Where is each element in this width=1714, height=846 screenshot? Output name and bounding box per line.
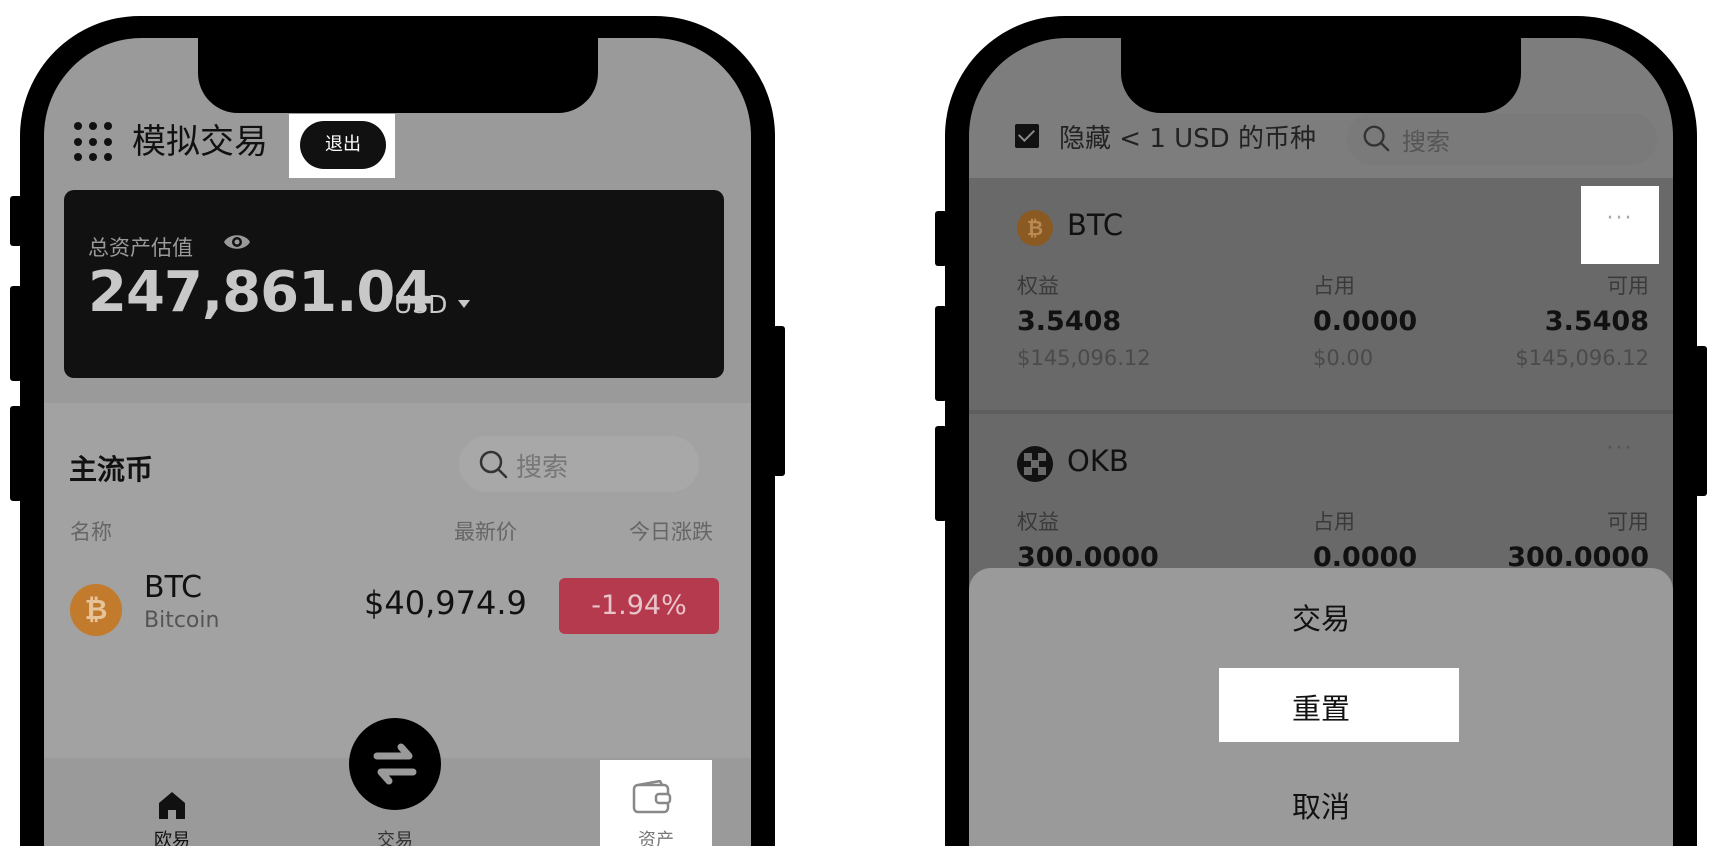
home-icon[interactable] bbox=[156, 790, 188, 820]
mute-switch bbox=[935, 211, 947, 266]
balance-value: 247,861.04 bbox=[88, 260, 433, 325]
notch bbox=[1121, 38, 1521, 113]
caret-down-icon[interactable] bbox=[458, 300, 470, 308]
equity-value: 3.5408 bbox=[1017, 306, 1122, 337]
right-phone: 隐藏 < 1 USD 的币种 搜索 ₿ BTC ··· 权益 占用 可用 3.5… bbox=[935, 16, 1707, 846]
used-label: 占用 bbox=[1313, 274, 1355, 298]
currency-selector[interactable]: USD bbox=[394, 290, 447, 319]
used-label: 占用 bbox=[1313, 510, 1355, 534]
trade-button[interactable] bbox=[349, 718, 441, 810]
search-icon bbox=[1363, 125, 1390, 152]
okb-icon bbox=[1017, 446, 1053, 482]
equity-label: 权益 bbox=[1017, 510, 1059, 534]
more-options-icon[interactable]: ··· bbox=[1581, 436, 1659, 461]
tab-trade[interactable]: 交易 bbox=[355, 826, 435, 846]
column-header-change: 今日涨跌 bbox=[629, 520, 713, 544]
hide-small-label: 隐藏 < 1 USD 的币种 bbox=[1059, 124, 1316, 154]
equity-label: 权益 bbox=[1017, 274, 1059, 298]
volume-up-button bbox=[935, 306, 947, 401]
used-value: 0.0000 bbox=[1313, 306, 1418, 337]
search-icon bbox=[479, 450, 508, 479]
search-placeholder: 搜索 bbox=[1402, 128, 1450, 156]
volume-up-button bbox=[10, 286, 22, 381]
left-phone: 模拟交易 退出 总资产估值 247,861.04 USD 主流币 搜索 名称 最… bbox=[10, 16, 785, 846]
action-sheet: 交易 重置 取消 bbox=[969, 568, 1673, 846]
search-placeholder: 搜索 bbox=[516, 453, 569, 483]
column-header-name: 名称 bbox=[70, 520, 112, 544]
swap-arrows-icon bbox=[373, 743, 417, 785]
left-screen: 模拟交易 退出 总资产估值 247,861.04 USD 主流币 搜索 名称 最… bbox=[44, 38, 751, 846]
volume-down-button bbox=[10, 406, 22, 501]
sheet-cancel-option[interactable]: 取消 bbox=[969, 784, 1673, 826]
column-header-price: 最新价 bbox=[454, 520, 517, 544]
divider bbox=[969, 410, 1673, 414]
tab-assets[interactable]: 资产 bbox=[616, 826, 696, 846]
sheet-trade-option[interactable]: 交易 bbox=[969, 596, 1673, 638]
sheet-reset-option[interactable]: 重置 bbox=[969, 686, 1673, 728]
available-label: 可用 bbox=[1607, 274, 1649, 298]
equity-usd: $145,096.12 bbox=[1017, 346, 1151, 370]
right-screen: 隐藏 < 1 USD 的币种 搜索 ₿ BTC ··· 权益 占用 可用 3.5… bbox=[969, 38, 1673, 846]
bitcoin-icon: ₿ bbox=[1017, 210, 1053, 246]
search-input[interactable]: 搜索 bbox=[459, 436, 699, 492]
available-value: 3.5408 bbox=[1544, 306, 1649, 337]
bitcoin-icon: ₿ bbox=[70, 584, 122, 636]
coin-symbol[interactable]: BTC bbox=[144, 570, 202, 605]
price-change-badge: -1.94% bbox=[559, 578, 719, 634]
balance-card: 总资产估值 247,861.04 USD bbox=[64, 190, 724, 378]
coin-symbol: OKB bbox=[1067, 444, 1129, 478]
page-title: 模拟交易 bbox=[132, 122, 268, 162]
available-label: 可用 bbox=[1607, 510, 1649, 534]
section-title: 主流币 bbox=[69, 453, 154, 486]
balance-label: 总资产估值 bbox=[88, 236, 193, 260]
wallet-icon[interactable] bbox=[632, 780, 672, 814]
eye-icon[interactable] bbox=[222, 230, 252, 254]
volume-down-button bbox=[935, 426, 947, 521]
hide-small-checkbox[interactable] bbox=[1015, 124, 1039, 148]
power-button bbox=[1695, 346, 1707, 496]
coin-symbol: BTC bbox=[1067, 208, 1124, 242]
coin-price: $40,974.9 bbox=[364, 584, 527, 622]
used-usd: $0.00 bbox=[1313, 346, 1374, 370]
power-button bbox=[773, 326, 785, 476]
available-usd: $145,096.12 bbox=[1515, 346, 1649, 370]
mute-switch bbox=[10, 196, 22, 246]
exit-button[interactable]: 退出 bbox=[300, 121, 386, 169]
more-options-icon[interactable]: ··· bbox=[1581, 206, 1659, 231]
search-input[interactable]: 搜索 bbox=[1347, 113, 1657, 165]
coin-name: Bitcoin bbox=[144, 608, 220, 633]
apps-grid-icon[interactable] bbox=[74, 122, 114, 162]
tab-home[interactable]: 欧易 bbox=[132, 826, 212, 846]
notch bbox=[197, 38, 598, 113]
